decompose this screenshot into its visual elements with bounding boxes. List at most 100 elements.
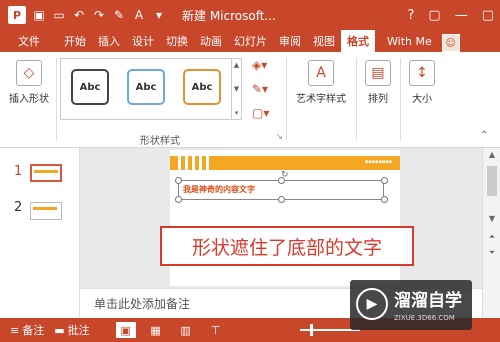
resize-handle[interactable]	[381, 196, 388, 203]
arrange-icon: ▤	[365, 60, 391, 86]
header-mini-text: ▪▪▪▪▪▪▪▪	[364, 159, 392, 165]
slide-number-2: 2	[14, 200, 23, 215]
size-button[interactable]: ↕ 大小	[404, 56, 440, 105]
window-title: 新建 Microsoft...	[182, 8, 276, 23]
wordart-icon: A	[308, 60, 334, 86]
separator	[56, 58, 57, 140]
resize-handle[interactable]	[278, 196, 285, 203]
resize-handle[interactable]	[278, 177, 285, 184]
tab-view[interactable]: 视图	[307, 30, 341, 52]
slide-sorter-icon[interactable]: ▦	[146, 322, 166, 338]
shape-fill-icon[interactable]: ◈▾	[252, 58, 267, 72]
title-bar: P ▣ ▭ ↶ ↷ ✎ A ▾ 新建 Microsoft... ? ▢ — ▢	[0, 0, 500, 30]
vertical-scrollbar[interactable]: ▲ ▼ ⏶ ⏷	[482, 148, 500, 318]
ribbon-display-button[interactable]: ▢	[428, 8, 440, 23]
wordart-button[interactable]: A 艺术字样式	[290, 56, 352, 105]
gallery-scroll[interactable]: ▲ ▼ ▾	[231, 59, 241, 119]
shape-effects-icon[interactable]: ▢▾	[252, 106, 269, 120]
shape-styles-group-label: 形状样式	[140, 136, 180, 147]
collapse-ribbon-icon[interactable]: ⌃	[480, 130, 488, 141]
customize-toolbar-icon[interactable]: ▾	[152, 8, 166, 22]
shape-style-gallery: Abc Abc Abc ▲ ▼ ▾	[60, 58, 242, 120]
slideshow-icon[interactable]: ▭	[52, 8, 66, 22]
gallery-up-icon[interactable]: ▲	[234, 61, 239, 69]
tab-transitions[interactable]: 切换	[160, 30, 194, 52]
tab-review[interactable]: 审阅	[273, 30, 307, 52]
user-name[interactable]: With Me	[381, 30, 438, 52]
font-icon[interactable]: A	[132, 8, 146, 22]
text-box-content: 我是神奇的内容文字	[183, 185, 255, 194]
shape-icon: ◇	[16, 60, 42, 86]
size-label: 大小	[412, 94, 432, 105]
wordart-label: 艺术字样式	[296, 94, 346, 105]
callout-shape[interactable]: 形状遮住了底部的文字	[160, 226, 414, 266]
notes-placeholder: 单击此处添加备注	[94, 297, 191, 311]
tab-file[interactable]: 文件	[0, 30, 58, 52]
undo-icon[interactable]: ↶	[72, 8, 86, 22]
slide-header-bar: ▪▪▪▪▪▪▪▪	[170, 156, 400, 170]
slide-thumbnails-pane: 1 2	[0, 148, 80, 318]
help-button[interactable]: ?	[408, 8, 415, 23]
scroll-thumb[interactable]	[487, 166, 497, 196]
watermark-logo: ▶ 溜溜自学 ZIXUE.3D66.COM	[350, 280, 472, 330]
next-slide-icon[interactable]: ⏷	[483, 248, 500, 258]
style-sample-1[interactable]: Abc	[71, 69, 109, 105]
zoom-slider-knob[interactable]	[310, 324, 313, 336]
powerpoint-logo-icon: P	[8, 6, 26, 24]
dialog-launcher-icon[interactable]: ↘	[276, 132, 283, 141]
tab-design[interactable]: 设计	[126, 30, 160, 52]
notes-button[interactable]: ≡ 备注	[10, 322, 44, 338]
play-icon: ▶	[356, 288, 388, 320]
watermark-title: 溜溜自学	[394, 291, 462, 311]
shape-outline-icon[interactable]: ✎▾	[252, 82, 268, 96]
size-icon: ↕	[409, 60, 435, 86]
separator	[400, 58, 401, 140]
slide-number-1: 1	[14, 164, 23, 179]
scroll-down-icon[interactable]: ▼	[483, 214, 500, 223]
redo-icon[interactable]: ↷	[92, 8, 106, 22]
tab-insert[interactable]: 插入	[92, 30, 126, 52]
normal-view-icon[interactable]: ▣	[115, 322, 136, 338]
arrange-button[interactable]: ▤ 排列	[360, 56, 396, 105]
notes-label: 备注	[22, 324, 45, 337]
ribbon-body: ◇ 插入形状 Abc Abc Abc ▲ ▼ ▾ ◈▾ ✎▾ ▢▾ 形状样式 ↘…	[0, 52, 500, 148]
ribbon-tabs: 文件 开始 插入 设计 切换 动画 幻灯片 审阅 视图 格式 With Me ☺	[0, 30, 500, 52]
resize-handle[interactable]	[175, 196, 182, 203]
tab-format[interactable]: 格式	[341, 30, 375, 52]
save-icon[interactable]: ▣	[32, 8, 46, 22]
scroll-up-icon[interactable]: ▲	[483, 150, 500, 159]
maximize-button[interactable]: ▢	[482, 8, 494, 23]
avatar[interactable]: ☺	[441, 34, 460, 52]
slide-thumbnail-1[interactable]	[30, 164, 62, 182]
slideshow-view-icon[interactable]: ⊤	[206, 322, 226, 338]
comment-icon: ▬	[54, 323, 65, 337]
separator	[286, 58, 287, 140]
reading-view-icon[interactable]: ▥	[176, 322, 196, 338]
wordart-group: A 艺术字样式	[290, 56, 352, 144]
gallery-more-icon[interactable]: ▾	[235, 109, 239, 117]
resize-handle[interactable]	[381, 177, 388, 184]
watermark-url: ZIXUE.3D66.COM	[394, 314, 455, 322]
arrange-group: ▤ 排列	[360, 56, 396, 144]
tab-animations[interactable]: 动画	[194, 30, 228, 52]
tab-slideshow[interactable]: 幻灯片	[228, 30, 273, 52]
slide-editor: ▪▪▪▪▪▪▪▪ ↻ 我是神奇的内容文字 形状遮住了底部的文字	[80, 148, 482, 288]
comments-label: 批注	[67, 324, 90, 337]
size-group: ↕ 大小	[404, 56, 440, 144]
insert-shape-button[interactable]: ◇ 插入形状	[4, 56, 54, 105]
arrange-label: 排列	[368, 94, 388, 105]
resize-handle[interactable]	[175, 177, 182, 184]
format-painter-icon[interactable]: ✎	[112, 8, 126, 22]
slide-thumbnail-2[interactable]	[30, 202, 62, 220]
tab-home[interactable]: 开始	[58, 30, 92, 52]
insert-shape-group: ◇ 插入形状	[4, 56, 54, 144]
gallery-down-icon[interactable]: ▼	[234, 85, 239, 93]
text-box[interactable]: 我是神奇的内容文字	[175, 177, 388, 203]
style-sample-2[interactable]: Abc	[127, 69, 165, 105]
comments-button[interactable]: ▬ 批注	[54, 322, 89, 338]
style-sample-3[interactable]: Abc	[183, 69, 221, 105]
notes-icon: ≡	[10, 323, 20, 337]
previous-slide-icon[interactable]: ⏶	[483, 232, 500, 242]
insert-shape-label: 插入形状	[9, 94, 49, 105]
minimize-button[interactable]: —	[455, 8, 468, 23]
